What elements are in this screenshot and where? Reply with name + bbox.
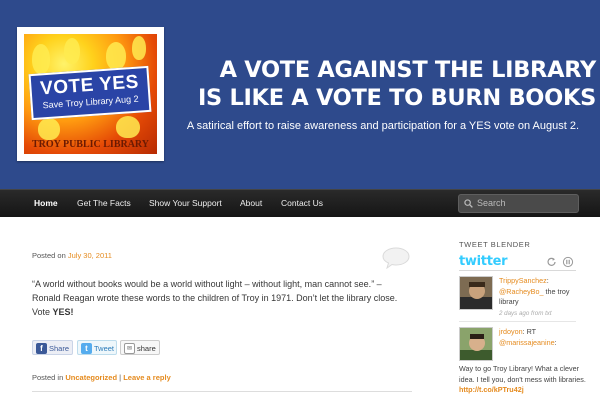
search-input[interactable]: Search (458, 194, 579, 213)
category-link[interactable]: Uncategorized (65, 373, 117, 382)
nav-home[interactable]: Home (34, 190, 58, 218)
posted-on-label: Posted on (32, 251, 66, 260)
tweet-separator (459, 321, 576, 322)
site-title[interactable]: A VOTE AGAINST THE LIBRARY IS LIKE A VOT… (166, 56, 596, 112)
post-date-link[interactable]: July 30, 2011 (68, 251, 112, 260)
avatar-image (460, 328, 492, 360)
avatar[interactable] (459, 276, 493, 310)
post-footer: Posted in Uncategorized | Leave a reply (32, 373, 171, 382)
logo-flames-image: VOTE YES Save Troy Library Aug 2 TROY PU… (24, 34, 157, 154)
search-icon (464, 199, 473, 208)
nav-about[interactable]: About (240, 190, 262, 218)
nav-get-the-facts[interactable]: Get The Facts (77, 190, 131, 218)
site-description: A satirical effort to raise awareness an… (186, 120, 579, 132)
facebook-icon: f (36, 343, 47, 354)
tweet-body: Way to go Troy Library! What a clever id… (459, 364, 586, 384)
search-placeholder: Search (477, 198, 506, 208)
tweet-prefix: RT (526, 327, 537, 336)
tweet-mention[interactable]: @marissajeanine (499, 338, 555, 347)
avatar-image (460, 277, 492, 309)
twitter-logo[interactable]: twitter (459, 254, 508, 269)
posted-in-label: Posted in (32, 373, 64, 382)
nav-show-your-support[interactable]: Show Your Support (149, 190, 222, 218)
vote-yes-sign: VOTE YES Save Troy Library Aug 2 (28, 65, 152, 121)
site-header: VOTE YES Save Troy Library Aug 2 TROY PU… (0, 0, 600, 189)
tweet-meta: 2 days ago from txt (499, 309, 552, 317)
widget-divider (459, 270, 576, 271)
logo-caption: TROY PUBLIC LIBRARY (31, 139, 150, 150)
facebook-share-label: Share (49, 344, 70, 353)
site-logo[interactable]: VOTE YES Save Troy Library Aug 2 TROY PU… (17, 27, 164, 161)
nav-contact-us[interactable]: Contact Us (281, 190, 323, 218)
leave-reply-link[interactable]: Leave a reply (123, 373, 171, 382)
widget-controls (547, 256, 574, 268)
post-divider (32, 391, 412, 392)
post-emphasis: YES! (52, 307, 74, 317)
widget-title: TWEET BLENDER (459, 240, 531, 249)
refresh-icon[interactable] (547, 257, 556, 266)
tweet-username[interactable]: jrdoyon (499, 327, 523, 336)
pause-icon[interactable] (562, 256, 574, 268)
tweet-text: jrdoyon: RT @marissajeanine: (499, 327, 557, 347)
main-navigation: Home Get The Facts Show Your Support Abo… (0, 189, 600, 217)
tweet-username[interactable]: TrippySanchez (499, 276, 547, 285)
page: VOTE YES Save Troy Library Aug 2 TROY PU… (0, 0, 600, 400)
email-share-label: share (137, 344, 156, 353)
post-quote-text: “A world without books would be a world … (32, 279, 398, 317)
footer-separator: | (119, 373, 122, 382)
tweet-button[interactable]: t Tweet (77, 340, 117, 355)
envelope-icon: ✉ (124, 343, 135, 354)
tweet-body-continued: Way to go Troy Library! What a clever id… (459, 364, 589, 396)
post-content: “A world without books would be a world … (32, 277, 412, 319)
site-title-line-1[interactable]: A VOTE AGAINST THE LIBRARY (166, 56, 597, 84)
tweet-text: TrippySanchez: @RacheyBo_ the troy libra… (499, 276, 570, 317)
tweet-link[interactable]: http://t.co/kPTru42j (459, 385, 524, 394)
facebook-share-button[interactable]: f Share (32, 340, 73, 355)
avatar[interactable] (459, 327, 493, 361)
tweet-label: Tweet (94, 344, 115, 353)
tweet-mention[interactable]: @RacheyBo_ (499, 287, 543, 296)
email-share-button[interactable]: ✉ share (120, 340, 160, 355)
post-meta: Posted on July 30, 2011 (32, 251, 112, 260)
site-title-line-2[interactable]: IS LIKE A VOTE TO BURN BOOKS (166, 84, 596, 112)
twitter-bird-icon: t (81, 343, 92, 354)
comment-bubble-icon[interactable] (382, 247, 410, 269)
